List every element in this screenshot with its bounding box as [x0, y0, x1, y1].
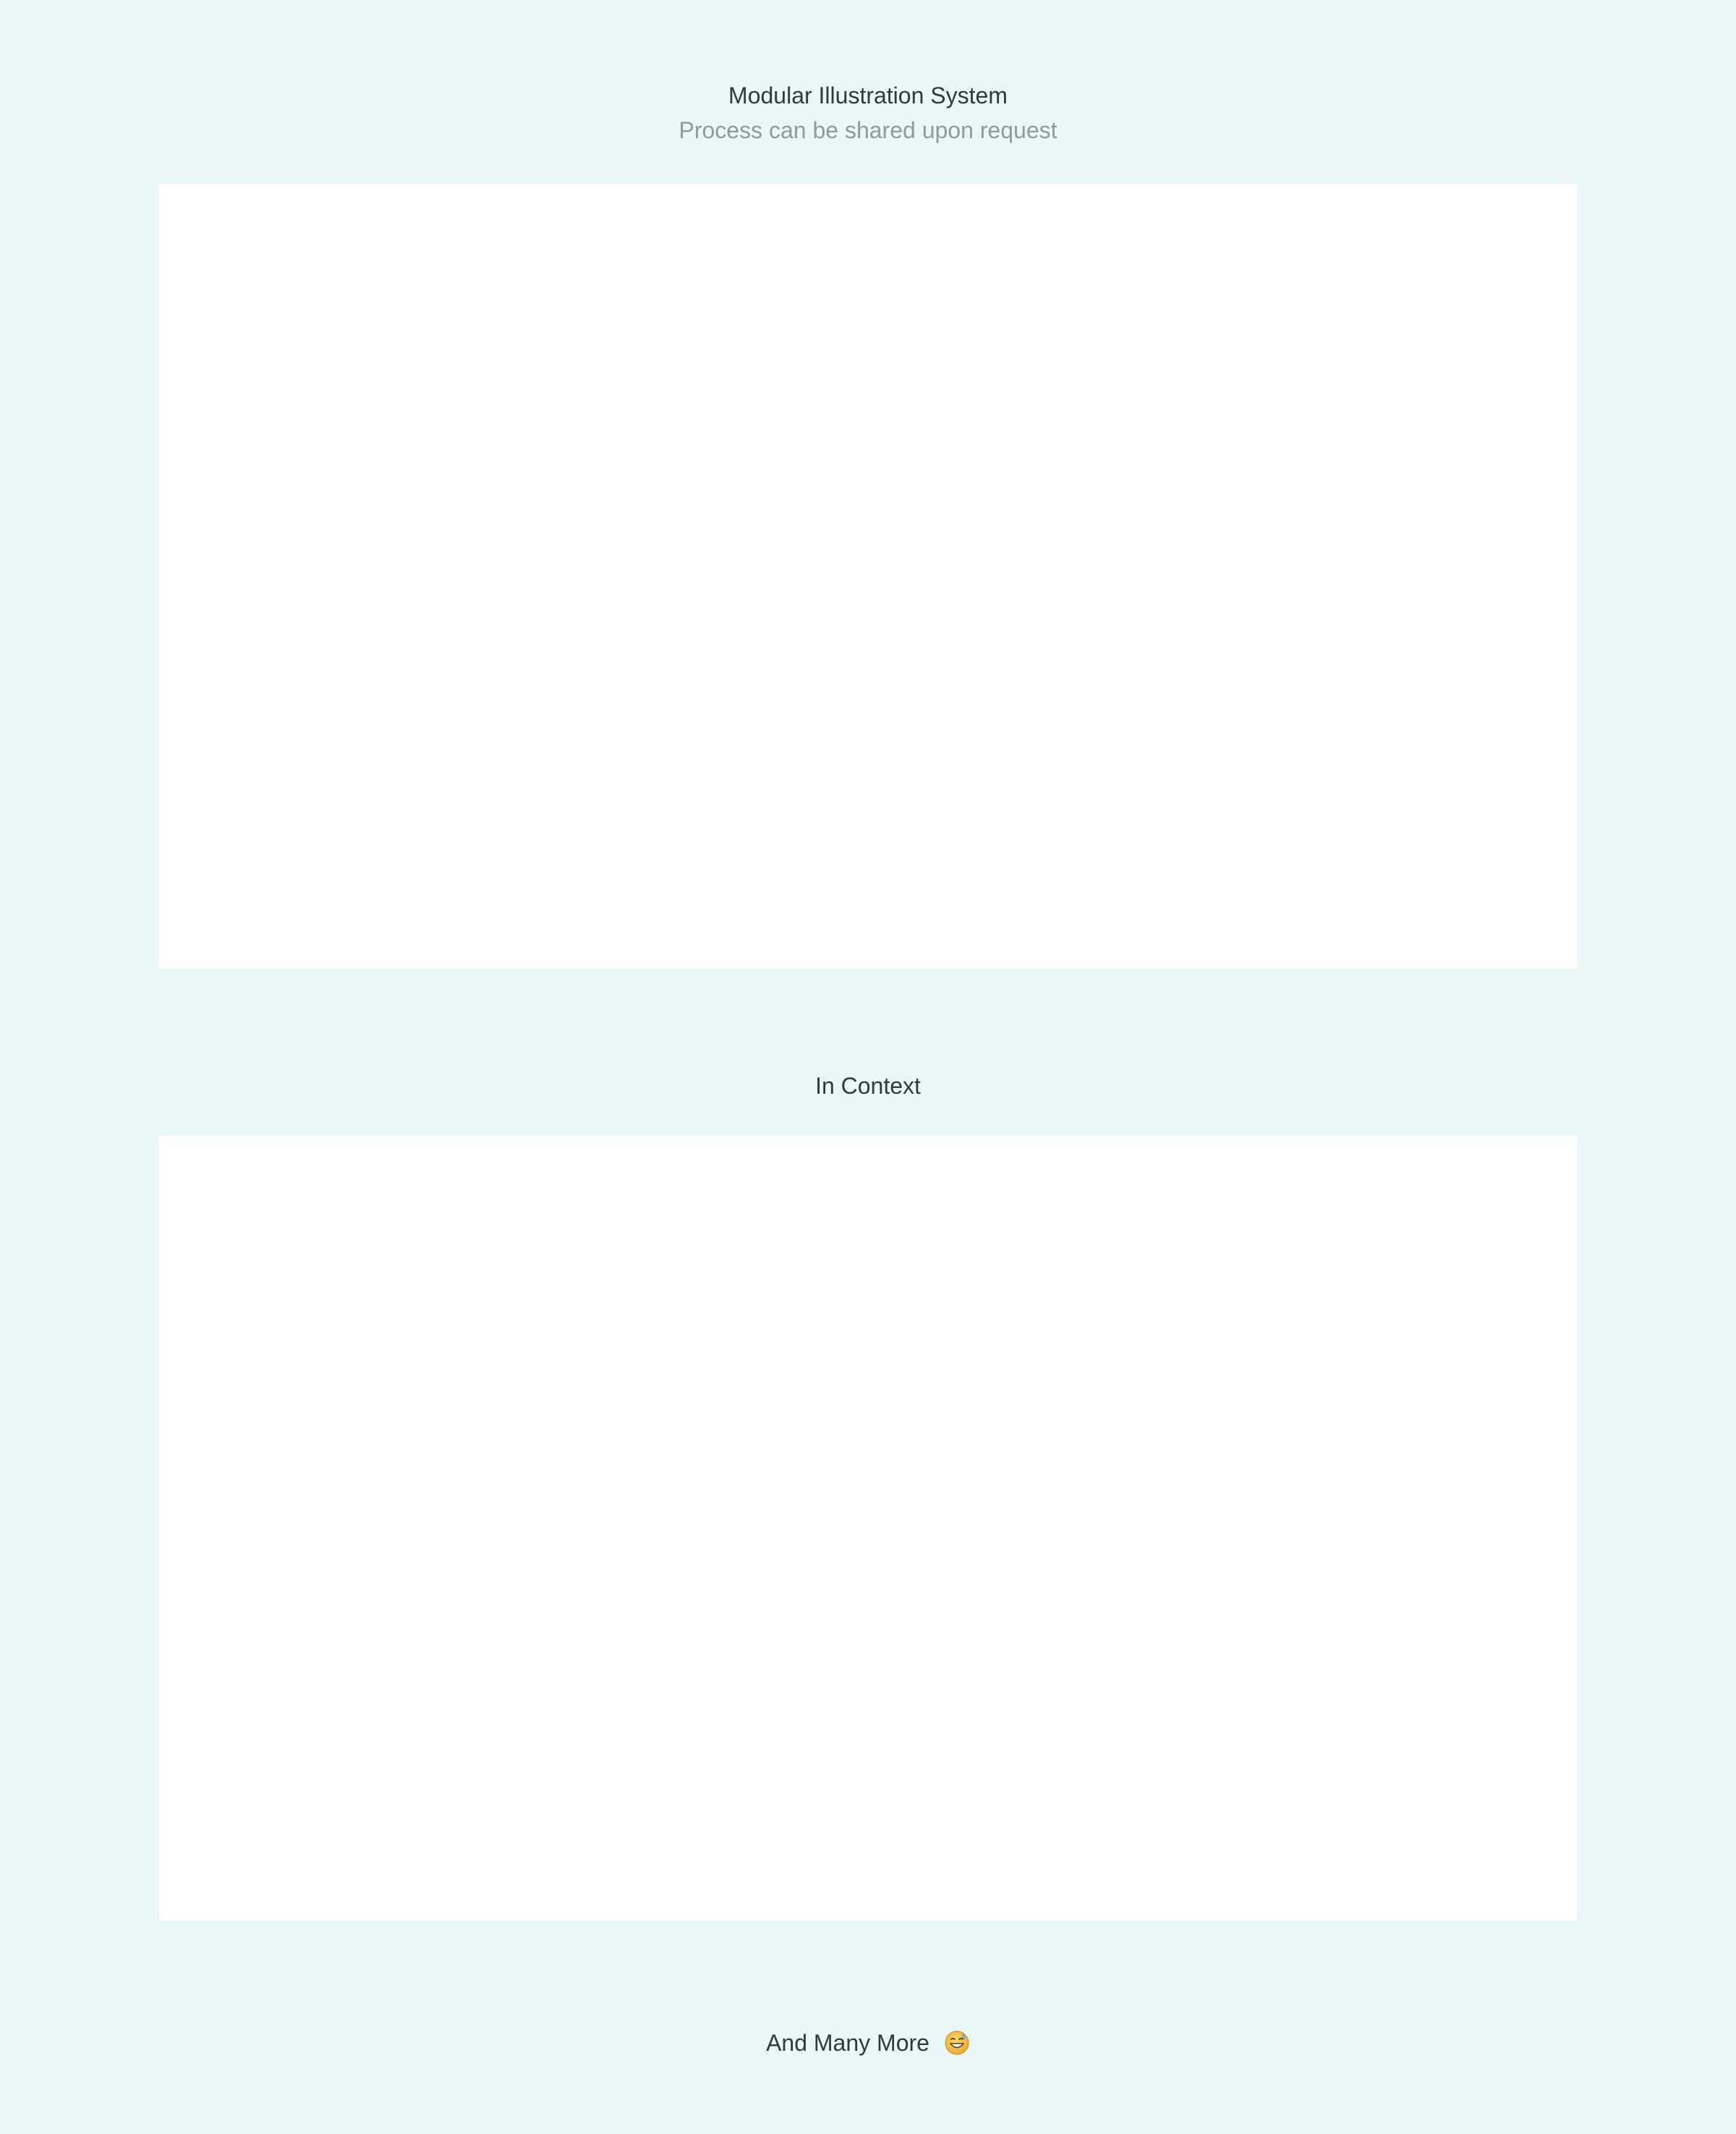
page-subtitle: Process can be shared upon request [678, 117, 1058, 143]
grinning-sweat-emoji-icon [944, 2030, 970, 2056]
page-title: Modular Illustration System [728, 82, 1008, 109]
footer-label: And Many More [766, 2030, 929, 2056]
in-context-title: In Context [815, 1073, 921, 1099]
in-context-panel [159, 1136, 1577, 1921]
illustration-panel [159, 184, 1577, 969]
footer: And Many More [0, 2027, 1736, 2059]
